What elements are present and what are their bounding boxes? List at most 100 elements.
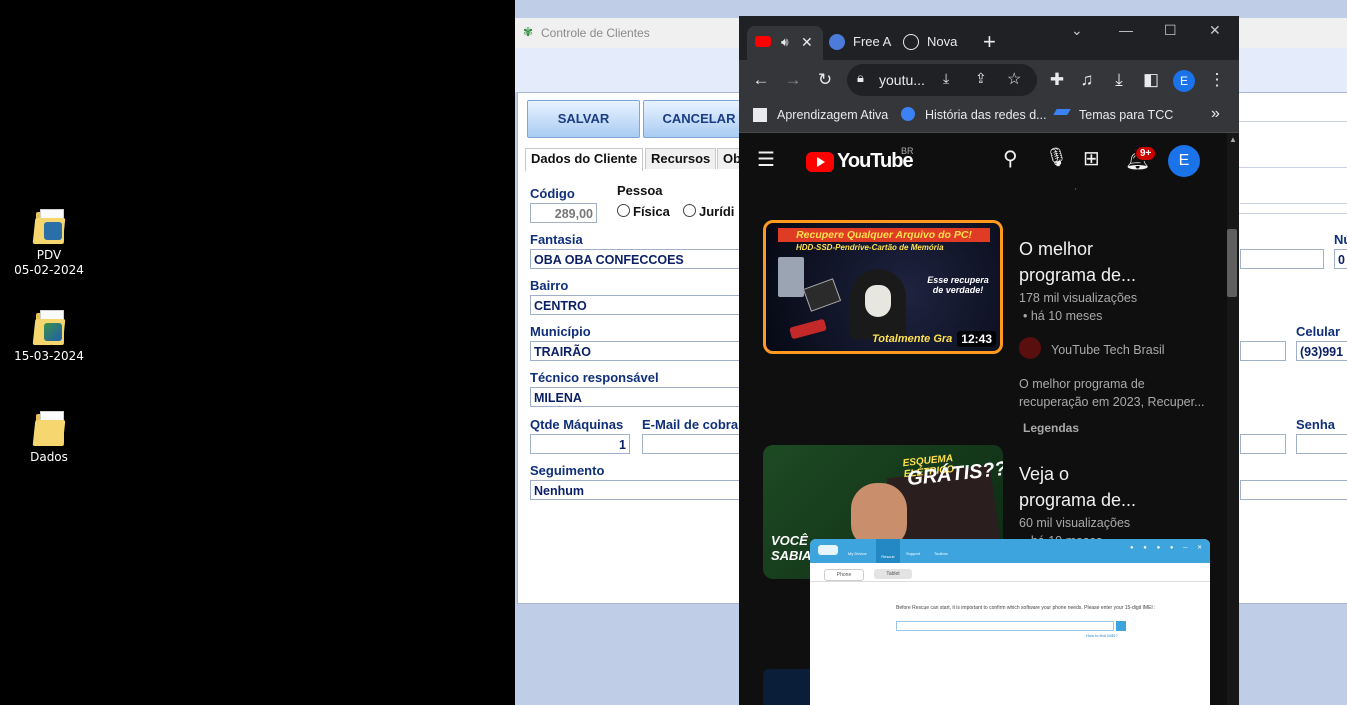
right-field-2[interactable] — [1240, 341, 1286, 361]
chrome-tab-strip: 🔊︎ ✕ Free A Nova + ⌄ — ☐ ✕ — [739, 16, 1239, 60]
fisica-radio[interactable] — [617, 204, 630, 217]
minimize-icon[interactable]: — — [1119, 22, 1133, 38]
tecnico-field[interactable]: MILENA — [530, 387, 740, 407]
chrome-toolbar: ← → ↻ 🔒︎ youtu... ⤓ ⇪ ☆ ✚ ♫ ⤓ ◧ E ⋮ — [739, 60, 1239, 100]
youtube-favicon-icon — [755, 36, 771, 47]
globe-icon — [829, 34, 845, 50]
bookmark-item[interactable]: História das redes d... — [925, 108, 1047, 122]
folder-icon — [32, 208, 66, 244]
desktop-icon-pdv[interactable]: PDV 05-02-2024 — [9, 208, 89, 278]
tab-search-icon[interactable]: ⌄ — [1071, 22, 1083, 39]
scrollbar-thumb[interactable] — [1227, 229, 1237, 297]
person-face-icon — [851, 483, 907, 547]
bookmark-gear-icon — [901, 107, 915, 121]
celular-field[interactable]: (93)991 — [1296, 341, 1347, 361]
scroll-up-arrow-icon[interactable]: ▲ — [1229, 135, 1237, 144]
account-avatar[interactable]: E — [1168, 145, 1200, 177]
app-logo-icon: ✾ — [523, 25, 534, 39]
rescue-tab-toolbox[interactable]: Toolbox — [934, 551, 948, 556]
rescue-app-header: My Device Rescue Support Toolbox ● ● ● ●… — [810, 539, 1210, 563]
municipio-field[interactable]: TRAIRÃO — [530, 341, 740, 361]
seguimento-label: Seguimento — [530, 463, 605, 478]
hamburger-menu-icon[interactable]: ☰ — [757, 147, 775, 172]
fantasia-field[interactable]: OBA OBA CONFECCOES — [530, 249, 740, 269]
video-title[interactable]: Veja o — [1019, 461, 1069, 487]
tab-free[interactable]: Free A — [827, 26, 897, 60]
right-field-1[interactable] — [1240, 249, 1324, 269]
rescue-logo-icon — [818, 545, 838, 555]
bookmarks-overflow-button[interactable]: » — [1211, 105, 1220, 123]
rescue-tab-rescue[interactable]: Rescue — [876, 539, 900, 563]
video-title[interactable]: programa de... — [1019, 487, 1136, 513]
video-thumbnail[interactable]: Recupere Qualquer Arquivo do PC! HDD-SSD… — [763, 220, 1003, 354]
bookmark-item[interactable]: Aprendizagem Ativa — [777, 108, 888, 122]
codigo-field[interactable]: 289,00 — [530, 203, 597, 223]
numero-label: Nú — [1334, 232, 1347, 247]
install-icon[interactable]: ⤓ — [943, 70, 949, 87]
speaker-icon[interactable]: 🔊︎ — [781, 26, 789, 58]
fisica-label: Física — [633, 204, 670, 219]
email-cobranca-field[interactable] — [642, 434, 740, 454]
qtde-maquinas-label: Qtde Máquinas — [530, 417, 624, 432]
desktop-icon-folder-date[interactable]: 15-03-2024 — [9, 309, 89, 364]
tab-dados-do-cliente[interactable]: Dados do Cliente — [525, 148, 644, 171]
save-button[interactable]: SALVAR — [527, 100, 640, 138]
right-field-3[interactable] — [1240, 434, 1286, 454]
create-video-icon[interactable]: ⊞ — [1083, 146, 1100, 171]
pessoa-label: Pessoa — [617, 183, 663, 198]
thumb-subtitle: HDD-SSD-Pendrive-Cartão de Memória — [796, 243, 944, 252]
media-control-icon[interactable]: ♫ — [1075, 68, 1099, 92]
fantasia-label: Fantasia — [530, 232, 583, 247]
close-tab-icon[interactable]: ✕ — [801, 26, 813, 58]
seguimento-field[interactable]: Nenhum — [530, 480, 740, 500]
share-icon[interactable]: ⇪ — [975, 70, 987, 87]
desktop-icon-label: Dados — [30, 450, 68, 464]
bookmark-arrow-icon — [1053, 109, 1071, 115]
rescue-subtab-phone[interactable]: Phone — [824, 569, 864, 581]
channel-avatar[interactable] — [1019, 337, 1041, 359]
maximize-icon[interactable]: ☐ — [1164, 22, 1177, 39]
find-imei-link[interactable]: How to find IMEI? — [1086, 633, 1118, 638]
qtde-maquinas-field[interactable]: 1 — [530, 434, 630, 454]
tab-nova[interactable]: Nova — [901, 26, 971, 60]
rescue-subtab-tablet[interactable]: Tablet — [874, 569, 912, 579]
extensions-icon[interactable]: ✚ — [1045, 68, 1069, 92]
back-icon[interactable]: ← — [749, 68, 773, 92]
microphone-icon[interactable]: 🎙︎ — [1045, 147, 1068, 168]
municipio-label: Município — [530, 324, 591, 339]
close-window-icon[interactable]: ✕ — [1209, 22, 1221, 39]
reload-icon[interactable]: ↻ — [813, 68, 837, 92]
tab-youtube[interactable]: 🔊︎ ✕ — [747, 26, 823, 60]
new-tab-button[interactable]: + — [983, 26, 1003, 60]
numero-field[interactable]: 0 — [1334, 249, 1347, 269]
right-field-4[interactable] — [1240, 480, 1347, 500]
juridica-radio[interactable] — [683, 204, 696, 217]
imei-search-button[interactable] — [1116, 621, 1126, 631]
chrome-icon — [903, 34, 919, 50]
channel-name[interactable]: YouTube Tech Brasil — [1051, 343, 1165, 357]
bookmark-star-icon[interactable]: ☆ — [1007, 69, 1021, 89]
rescue-tab-support[interactable]: Support — [906, 551, 920, 556]
tab-recursos[interactable]: Recursos — [645, 148, 717, 169]
video-title[interactable]: programa de... — [1019, 262, 1136, 288]
desktop-icon-dados[interactable]: Dados — [9, 410, 89, 465]
video-age: • há 10 meses — [1023, 309, 1103, 323]
forward-icon[interactable]: → — [781, 68, 805, 92]
email-cobranca-label: E-Mail de cobra — [642, 417, 739, 432]
chrome-menu-icon[interactable]: ⋮ — [1205, 68, 1229, 92]
bookmark-item[interactable]: Temas para TCC — [1079, 108, 1173, 122]
address-bar[interactable]: 🔒︎ youtu... ⤓ ⇪ ☆ — [847, 64, 1037, 96]
side-panel-icon[interactable]: ◧ — [1139, 68, 1163, 92]
rescue-tab-my-device[interactable]: My Device — [848, 551, 867, 556]
video-title[interactable]: O melhor — [1019, 236, 1093, 262]
bairro-field[interactable]: CENTRO — [530, 295, 740, 315]
video-description: O melhor programa de — [1019, 377, 1145, 391]
video-views: 60 mil visualizações — [1019, 516, 1131, 530]
downloads-icon[interactable]: ⤓ — [1107, 68, 1131, 92]
search-icon[interactable]: ⚲ — [1003, 146, 1018, 171]
page-scrollbar[interactable]: ▲ — [1227, 133, 1239, 705]
folder-icon — [32, 410, 66, 446]
imei-input[interactable] — [896, 621, 1114, 631]
senha-field[interactable] — [1296, 434, 1347, 454]
profile-avatar[interactable]: E — [1173, 70, 1195, 92]
